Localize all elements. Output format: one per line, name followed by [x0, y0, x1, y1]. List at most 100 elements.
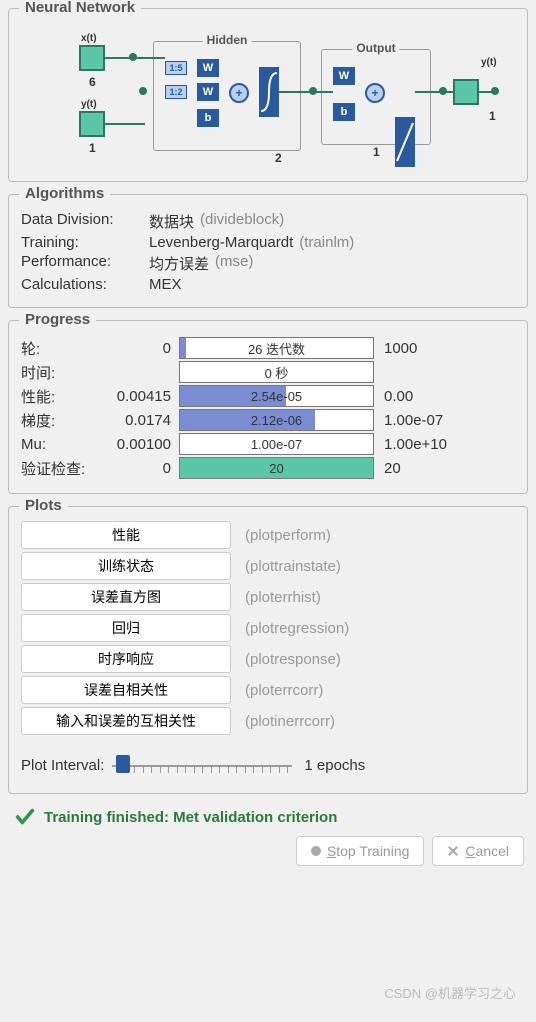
output-activation: [395, 117, 415, 167]
progress-row: 轮: 0 26 迭代数 1000: [21, 337, 515, 359]
progress-bar-text: 0 秒: [265, 363, 289, 382]
algo-row: Calculations: MEX: [21, 276, 515, 293]
plot-button-1[interactable]: 训练状态: [21, 552, 231, 580]
progress-bar-text: 2.12e-06: [251, 413, 302, 428]
plot-row: 误差直方图 (ploterrhist): [21, 583, 515, 611]
algo-label: Calculations:: [21, 276, 149, 293]
hidden-sum: +: [229, 83, 249, 103]
check-icon: [14, 806, 36, 828]
plot-button-3[interactable]: 回归: [21, 614, 231, 642]
algo-row: Performance: 均方误差 (mse): [21, 253, 515, 274]
plot-button-0[interactable]: 性能: [21, 521, 231, 549]
progress-bar: 0 秒: [179, 361, 374, 383]
output-w: W: [333, 67, 355, 85]
button-row: Stop Training Cancel: [8, 836, 528, 866]
plot-row: 误差自相关性 (ploterrcorr): [21, 676, 515, 704]
algorithms-title: Algorithms: [19, 185, 110, 202]
input-y-block: [79, 111, 105, 137]
algo-fn: (divideblock): [200, 211, 284, 232]
hidden-activation: [259, 67, 279, 117]
plot-interval-row: Plot Interval: 1 epochs: [21, 753, 515, 781]
algo-fn: (trainlm): [299, 234, 354, 251]
input-x-block: [79, 45, 105, 71]
plot-fn: (plotresponse): [245, 651, 341, 668]
plot-row: 时序响应 (plotresponse): [21, 645, 515, 673]
progress-label: 验证检查:: [21, 458, 99, 479]
y-count: 1: [89, 141, 96, 163]
algo-value: MEX: [149, 276, 182, 293]
progress-group: Progress 轮: 0 26 迭代数 1000时间: 0 秒 性能: 0.0…: [8, 320, 528, 494]
plot-button-4[interactable]: 时序响应: [21, 645, 231, 673]
progress-bar-text: 1.00e-07: [251, 437, 302, 452]
progress-right-value: 20: [374, 460, 401, 477]
plot-fn: (ploterrcorr): [245, 682, 323, 699]
plot-row: 回归 (plotregression): [21, 614, 515, 642]
progress-row: 梯度: 0.0174 2.12e-06 1.00e-07: [21, 409, 515, 431]
neural-network-diagram: x(t) 6 y(t) 1 Hidden 1:5 1:2 W W b + 2 O…: [21, 27, 513, 165]
progress-bar: 20: [179, 457, 374, 479]
plot-fn: (plottrainstate): [245, 558, 341, 575]
algo-label: Performance:: [21, 253, 149, 274]
progress-row: 性能: 0.00415 2.54e-05 0.00: [21, 385, 515, 407]
plot-row: 训练状态 (plottrainstate): [21, 552, 515, 580]
progress-left-value: 0: [99, 460, 179, 477]
plot-fn: (plotregression): [245, 620, 349, 637]
progress-bar-fill: [180, 338, 186, 358]
plot-fn: (plotperform): [245, 527, 331, 544]
neural-network-title: Neural Network: [19, 0, 141, 16]
plot-interval-slider[interactable]: [112, 753, 292, 777]
progress-bar: 1.00e-07: [179, 433, 374, 455]
progress-left-value: 0: [99, 340, 179, 357]
plot-fn: (ploterrhist): [245, 589, 321, 606]
plot-row: 性能 (plotperform): [21, 521, 515, 549]
plot-fn: (plotinerrcorr): [245, 713, 335, 730]
hidden-b: b: [197, 109, 219, 127]
output-y-block: [453, 79, 479, 105]
output-b: b: [333, 103, 355, 121]
progress-label: 轮:: [21, 338, 99, 359]
progress-title: Progress: [19, 311, 96, 328]
out-size: 1: [489, 109, 496, 163]
output-label: Output: [352, 41, 399, 55]
algo-label: Training:: [21, 234, 149, 251]
delay-1: 1:5: [165, 61, 187, 75]
progress-right-value: 1.00e-07: [374, 412, 443, 429]
plot-button-2[interactable]: 误差直方图: [21, 583, 231, 611]
hidden-label: Hidden: [203, 33, 252, 47]
progress-left-value: 0.0174: [99, 412, 179, 429]
out-label: y(t): [481, 57, 497, 68]
progress-bar-text: 2.54e-05: [251, 389, 302, 404]
plot-button-5[interactable]: 误差自相关性: [21, 676, 231, 704]
hidden-w2: W: [197, 83, 219, 101]
slider-thumb[interactable]: [116, 755, 130, 773]
progress-label: Mu:: [21, 436, 99, 453]
cancel-button[interactable]: Cancel: [432, 836, 524, 866]
progress-label: 性能:: [21, 386, 99, 407]
delay-2: 1:2: [165, 85, 187, 99]
cancel-icon: [447, 845, 459, 857]
algo-row: Training: Levenberg-Marquardt (trainlm): [21, 234, 515, 251]
stop-training-button[interactable]: Stop Training: [296, 836, 425, 866]
plot-row: 输入和误差的互相关性 (plotinerrcorr): [21, 707, 515, 735]
cancel-label: Cancel: [465, 843, 509, 859]
progress-bar: 2.54e-05: [179, 385, 374, 407]
progress-row: 验证检查: 0 20 20: [21, 457, 515, 479]
algo-value: Levenberg-Marquardt: [149, 234, 293, 251]
progress-right-value: 0.00: [374, 388, 413, 405]
plot-interval-label: Plot Interval:: [21, 757, 104, 774]
progress-right-value: 1000: [374, 340, 417, 357]
watermark: CSDN @机器学习之心: [384, 983, 516, 1002]
output-sum: +: [365, 83, 385, 103]
algo-fn: (mse): [215, 253, 253, 274]
plot-button-6[interactable]: 输入和误差的互相关性: [21, 707, 231, 735]
stop-icon: [311, 846, 321, 856]
progress-right-value: 1.00e+10: [374, 436, 447, 453]
algo-label: Data Division:: [21, 211, 149, 232]
stop-label: Stop Training: [327, 843, 410, 859]
neural-network-group: Neural Network x(t) 6 y(t) 1 Hidden 1:5 …: [8, 8, 528, 182]
algo-value: 数据块: [149, 211, 194, 232]
y-label: y(t): [81, 99, 97, 110]
progress-bar-text: 26 迭代数: [248, 339, 305, 358]
progress-bar: 26 迭代数: [179, 337, 374, 359]
status-row: Training finished: Met validation criter…: [14, 806, 528, 828]
